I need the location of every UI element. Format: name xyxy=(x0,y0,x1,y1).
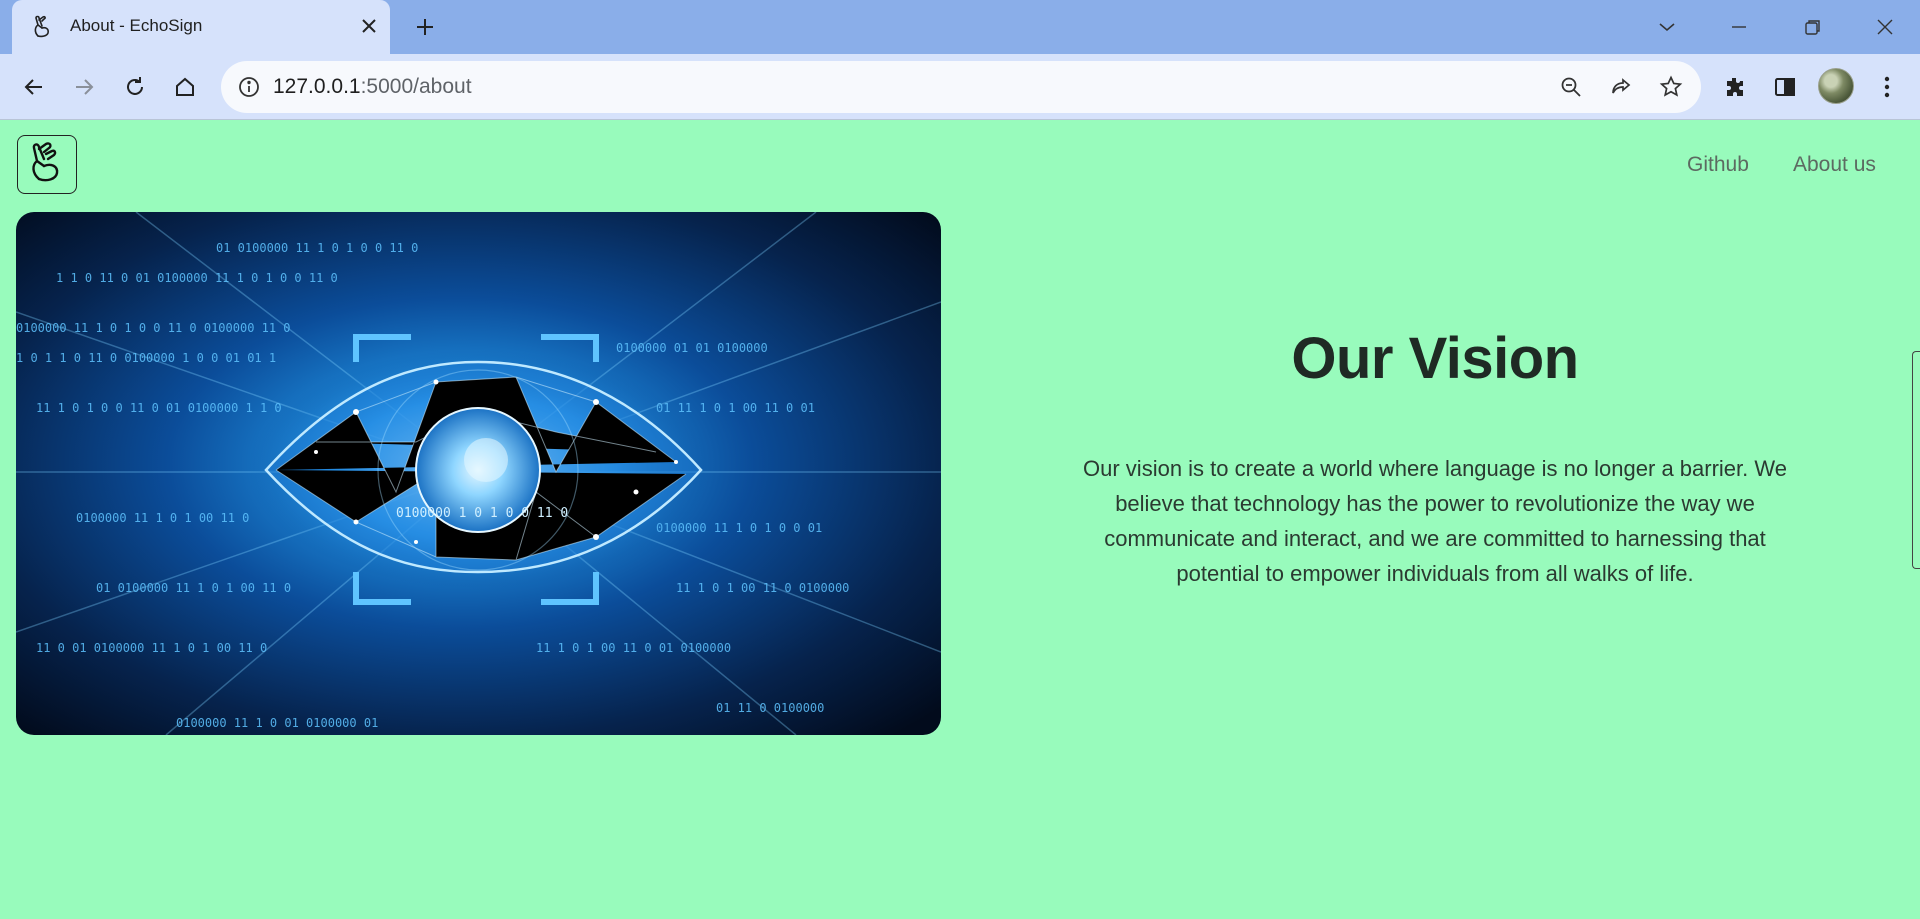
menu-icon[interactable] xyxy=(1870,70,1904,104)
home-icon[interactable] xyxy=(168,70,202,104)
plus-icon[interactable] xyxy=(410,12,440,42)
url-text[interactable]: 127.0.0.1:5000/about xyxy=(273,75,472,99)
svg-text:0100000 1 0 1 0 0 11 0: 0100000 1 0 1 0 0 11 0 xyxy=(396,506,568,521)
svg-text:11 1 0 1 00 11 0 01 010000: 11 1 0 1 00 11 0 01 0100000 xyxy=(536,641,731,655)
forward-icon[interactable] xyxy=(67,70,101,104)
share-icon[interactable] xyxy=(1607,73,1635,101)
hero-image: 01 0100000 11 1 0 1 0 0 11 0 1 1 0 11 0 … xyxy=(16,212,941,735)
svg-text:01 0100000 11 1 0 1 00 11: 01 0100000 11 1 0 1 00 11 0 xyxy=(96,581,291,595)
star-icon[interactable] xyxy=(1657,73,1685,101)
browser-toolbar: 127.0.0.1:5000/about xyxy=(0,54,1920,120)
nav-about-link[interactable]: About us xyxy=(1793,153,1876,177)
svg-text:0100000 01 01 0100000: 0100000 01 01 0100000 xyxy=(616,341,768,355)
avatar[interactable] xyxy=(1818,68,1854,104)
digital-eye-illustration: 01 0100000 11 1 0 1 0 0 11 0 1 1 0 11 0 … xyxy=(16,212,941,735)
page-content: Github About us 01 0100000 11 1 0 1 0 0 … xyxy=(0,121,1920,919)
site-logo[interactable] xyxy=(17,135,77,194)
close-icon[interactable] xyxy=(356,13,382,39)
extensions-icon[interactable] xyxy=(1718,70,1752,104)
sidepanel-icon[interactable] xyxy=(1768,70,1802,104)
tab-title: About - EchoSign xyxy=(70,16,203,35)
address-bar[interactable]: 127.0.0.1:5000/about xyxy=(221,61,1701,113)
page-title: Our Vision xyxy=(1291,326,1579,391)
back-icon[interactable] xyxy=(17,70,51,104)
url-host: 127.0.0.1 xyxy=(273,75,361,98)
browser-tab[interactable]: About - EchoSign xyxy=(12,0,390,54)
reload-icon[interactable] xyxy=(118,70,152,104)
minimize-icon[interactable] xyxy=(1722,10,1756,44)
svg-text:01 11 0 0100000: 01 11 0 0100000 xyxy=(716,701,824,715)
vision-paragraph: Our vision is to create a world where la… xyxy=(1083,456,1787,586)
scrollbar[interactable] xyxy=(1912,351,1920,569)
svg-text:1 1 0 11 0 01 0100000 11: 1 1 0 11 0 01 0100000 11 1 0 1 0 0 11 0 xyxy=(56,271,338,285)
svg-text:0100000 11 1 0 01 0100000: 0100000 11 1 0 01 0100000 01 xyxy=(176,716,378,730)
svg-text:0100000 11 1 0 1 00 11 0: 0100000 11 1 0 1 00 11 0 xyxy=(76,511,249,525)
svg-text:01 0100000 11 1 0 1 0: 01 0100000 11 1 0 1 0 0 11 0 xyxy=(216,241,418,255)
hand-logo-icon xyxy=(30,14,56,40)
zoom-out-icon[interactable] xyxy=(1557,73,1585,101)
svg-text:11 0 01 0100000 11 1 0 1 0: 11 0 01 0100000 11 1 0 1 00 11 0 xyxy=(36,641,267,655)
svg-text:11 1 0 1 0 0 11 0 01 0: 11 1 0 1 0 0 11 0 01 0100000 1 1 0 xyxy=(36,401,282,415)
url-path: :5000/about xyxy=(360,75,472,98)
info-icon[interactable] xyxy=(237,75,261,99)
chevron-down-icon[interactable] xyxy=(1650,10,1684,44)
window-close-icon[interactable] xyxy=(1868,10,1902,44)
tab-strip: About - EchoSign xyxy=(0,0,1920,54)
svg-text:0100000 11 1 0 1 0 0 11: 0100000 11 1 0 1 0 0 11 0 0100000 11 0 xyxy=(16,321,291,335)
hand-logo-icon xyxy=(25,139,69,190)
svg-text:11 1 0 1 00 11 0 0100000: 11 1 0 1 00 11 0 0100000 xyxy=(676,581,849,595)
svg-text:1 0 1 1 0 11 0 0100000: 1 0 1 1 0 11 0 0100000 1 0 0 01 01 1 xyxy=(16,351,276,365)
nav-github-link[interactable]: Github xyxy=(1687,153,1749,177)
restore-icon[interactable] xyxy=(1796,10,1830,44)
